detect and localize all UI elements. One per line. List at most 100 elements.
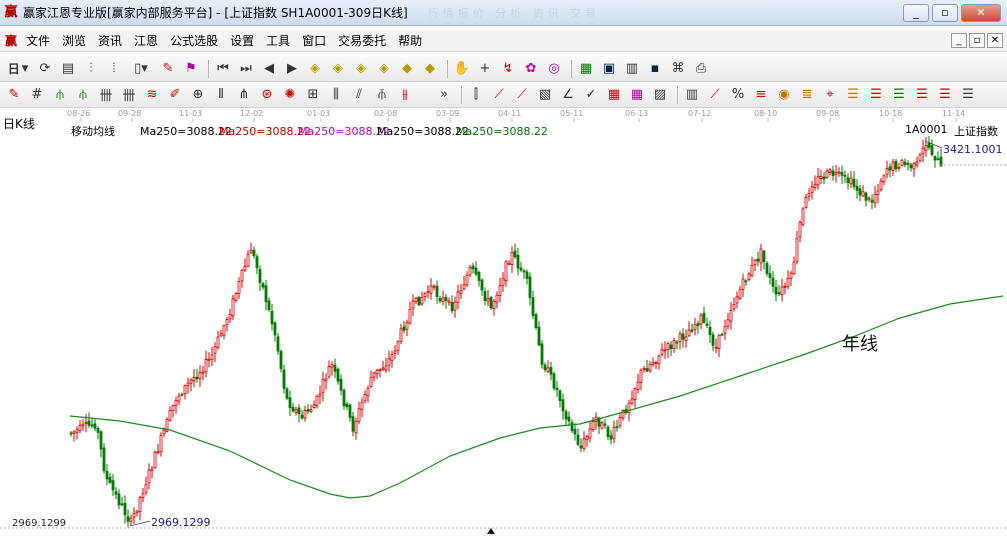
print-icon[interactable]: ⎙ xyxy=(691,59,711,79)
candle-body xyxy=(882,175,886,183)
fib-icon[interactable]: ⫵ xyxy=(395,85,415,105)
percent-icon[interactable]: % xyxy=(728,85,748,105)
draw-icon[interactable]: ✐ xyxy=(165,85,185,105)
menu-settings[interactable]: 设置 xyxy=(224,32,260,49)
network-icon[interactable]: ⌘ xyxy=(668,59,688,79)
zoom-in-icon[interactable]: ◆ xyxy=(397,59,417,79)
circle-grid-icon[interactable]: ⊕ xyxy=(188,85,208,105)
spiral-icon[interactable]: ◎ xyxy=(544,59,564,79)
document-icon[interactable]: ▤ xyxy=(58,59,78,79)
high-price-label: 3421.1001 xyxy=(943,143,1003,156)
calculator-icon[interactable]: ▣ xyxy=(599,59,619,79)
kline-chart[interactable]: 08-26 09-28 11-03 12-02 01-03 02-08 03-09 04-11… xyxy=(0,108,1007,540)
cycle-icon[interactable]: ⟳ xyxy=(35,59,55,79)
candle-body xyxy=(426,291,430,294)
kline-chart-panel[interactable]: 08-26 09-28 11-03 12-02 01-03 02-08 03-09 04-11… xyxy=(0,108,1007,540)
cycle-lines-icon[interactable]: ⫼ xyxy=(326,85,346,105)
candle-body xyxy=(492,300,496,309)
gann-star-icon[interactable]: ✺ xyxy=(280,85,300,105)
menu-file[interactable]: 文件 xyxy=(20,32,56,49)
menu-logo-icon[interactable]: 赢 xyxy=(2,32,20,49)
save-icon[interactable]: ▪ xyxy=(645,59,665,79)
lines3-icon[interactable]: ☰ xyxy=(889,85,909,105)
menu-gann[interactable]: 江恩 xyxy=(128,32,164,49)
menu-browse[interactable]: 浏览 xyxy=(56,32,92,49)
next-icon[interactable]: ▶ xyxy=(282,59,302,79)
slash-icon[interactable]: ⟋ xyxy=(705,85,725,105)
table2-icon[interactable]: ▦ xyxy=(627,85,647,105)
tree-icon[interactable]: ⫚ xyxy=(372,85,392,105)
lines-icon[interactable]: ☰ xyxy=(843,85,863,105)
hand-icon[interactable]: ✋ xyxy=(452,59,472,79)
diamond-right-icon[interactable]: ◈ xyxy=(374,59,394,79)
lines5-icon[interactable]: ☰ xyxy=(935,85,955,105)
gift-icon[interactable]: ✿ xyxy=(521,59,541,79)
menu-info[interactable]: 资讯 xyxy=(92,32,128,49)
diamond-left-icon[interactable]: ◈ xyxy=(305,59,325,79)
formula-icon[interactable]: ✎ xyxy=(158,59,178,79)
more-tools-icon[interactable]: » xyxy=(434,85,454,105)
rays2-icon[interactable]: ⟋ xyxy=(512,85,532,105)
last-icon[interactable]: ⏭ xyxy=(236,59,256,79)
channel-icon[interactable]: ⫽ xyxy=(349,85,369,105)
period-dropdown[interactable]: 日 ▾ xyxy=(4,59,32,79)
hatch-icon[interactable]: ▧ xyxy=(535,85,555,105)
lines4-icon[interactable]: ☰ xyxy=(912,85,932,105)
candle-type-dropdown[interactable]: ▯▾ xyxy=(127,59,155,79)
bars-icon[interactable]: ⦙ xyxy=(104,59,124,79)
rays-icon[interactable]: ⟋ xyxy=(489,85,509,105)
menu-formula[interactable]: 公式选股 xyxy=(164,32,224,49)
diamond-up-icon[interactable]: ◈ xyxy=(328,59,348,79)
candle-body xyxy=(906,163,910,165)
gann-square-icon[interactable]: ⌖ xyxy=(820,85,840,105)
angle-icon[interactable]: ∠ xyxy=(558,85,578,105)
candle-body xyxy=(132,513,136,518)
pitchfork-icon[interactable]: ⋔ xyxy=(234,85,254,105)
candle-body xyxy=(747,273,751,281)
bars-grid-icon[interactable]: ⦀ xyxy=(211,85,231,105)
candle-body xyxy=(642,368,646,370)
fan-icon[interactable]: ⫛ xyxy=(50,85,70,105)
mdi-minimize-button[interactable]: _ xyxy=(951,33,967,48)
report-icon[interactable]: ▥ xyxy=(622,59,642,79)
menu-tools[interactable]: 工具 xyxy=(260,32,296,49)
candle-body xyxy=(522,270,526,273)
lines6-icon[interactable]: ☰ xyxy=(958,85,978,105)
ruler-icon[interactable]: ▥ xyxy=(682,85,702,105)
coin-icon[interactable]: ◉ xyxy=(774,85,794,105)
ladder-icon[interactable]: 卌 xyxy=(96,85,116,105)
grid-hash-icon[interactable]: # xyxy=(27,85,47,105)
flag-icon[interactable]: ⚑ xyxy=(181,59,201,79)
fan2-icon[interactable]: ⫛ xyxy=(73,85,93,105)
menu-help[interactable]: 帮助 xyxy=(392,32,428,49)
vertical-lines-icon[interactable]: ⫿ xyxy=(466,85,486,105)
hatch2-icon[interactable]: ▨ xyxy=(650,85,670,105)
ladder2-icon[interactable]: 卌 xyxy=(119,85,139,105)
checkmark-icon[interactable]: ✓ xyxy=(581,85,601,105)
zoom-out-icon[interactable]: ◆ xyxy=(420,59,440,79)
trend-icon[interactable]: ↯ xyxy=(498,59,518,79)
close-button[interactable]: ✕ xyxy=(961,3,1001,22)
candle-body xyxy=(162,429,166,435)
prev-icon[interactable]: ◀ xyxy=(259,59,279,79)
kline-icon[interactable]: ⫶ xyxy=(81,59,101,79)
candle-body xyxy=(105,470,109,480)
ratio-icon[interactable]: ≣ xyxy=(797,85,817,105)
menu-window[interactable]: 窗口 xyxy=(296,32,332,49)
gann-circle-icon[interactable]: ⊛ xyxy=(257,85,277,105)
minimize-button[interactable]: _ xyxy=(903,3,929,22)
mdi-restore-button[interactable]: ▫ xyxy=(969,33,985,48)
box-grid-icon[interactable]: ⊞ xyxy=(303,85,323,105)
lines2-icon[interactable]: ☰ xyxy=(866,85,886,105)
wave-icon[interactable]: ≋ xyxy=(142,85,162,105)
mdi-close-button[interactable]: ✕ xyxy=(987,33,1003,48)
pen-icon[interactable]: ✎ xyxy=(4,85,24,105)
first-icon[interactable]: ⏮ xyxy=(213,59,233,79)
diamond-down-icon[interactable]: ◈ xyxy=(351,59,371,79)
table-icon[interactable]: ▦ xyxy=(604,85,624,105)
crosshair-icon[interactable]: + xyxy=(475,59,495,79)
menu-trade[interactable]: 交易委托 xyxy=(332,32,392,49)
equal-icon[interactable]: ≡ xyxy=(751,85,771,105)
calendar-icon[interactable]: ▦ xyxy=(576,59,596,79)
restore-button[interactable]: ▫ xyxy=(932,3,958,22)
